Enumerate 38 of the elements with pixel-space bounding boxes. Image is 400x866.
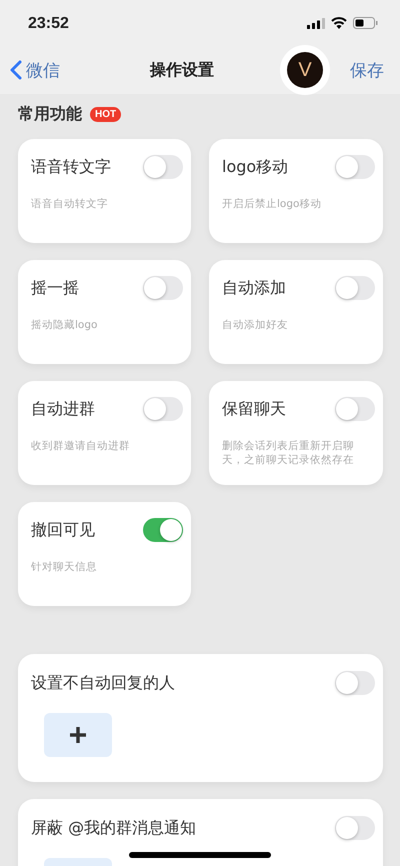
feature-title: 自动添加 — [222, 277, 286, 299]
avatar[interactable]: V — [280, 45, 330, 95]
toggle-switch[interactable] — [335, 397, 375, 421]
feature-title: 摇一摇 — [31, 277, 79, 299]
add-button[interactable] — [44, 713, 112, 757]
feature-description: 语音自动转文字 — [31, 197, 109, 211]
page-title: 操作设置 — [150, 60, 215, 80]
feature-title: 语音转文字 — [31, 156, 111, 178]
feature-description: 自动添加好友 — [222, 318, 289, 332]
toggle-switch[interactable] — [335, 155, 375, 179]
toggle-switch[interactable] — [143, 518, 183, 542]
save-button[interactable]: 保存 — [350, 58, 384, 82]
back-chevron-icon — [10, 60, 22, 80]
toggle-switch[interactable] — [335, 816, 375, 840]
plus-icon — [69, 726, 87, 744]
setting-title: 设置不自动回复的人 — [31, 672, 175, 694]
toggle-switch[interactable] — [143, 397, 183, 421]
feature-description: 针对聊天信息 — [31, 560, 98, 574]
feature-title: logo移动 — [222, 156, 288, 178]
toggle-switch[interactable] — [143, 155, 183, 179]
status-time: 23:52 — [28, 14, 69, 33]
feature-title: 撤回可见 — [31, 519, 95, 541]
wifi-icon — [331, 17, 347, 29]
feature-title: 自动进群 — [31, 398, 95, 420]
toggle-switch[interactable] — [335, 276, 375, 300]
feature-description: 开启后禁止logo移动 — [222, 197, 322, 211]
setting-title: 屏蔽 @我的群消息通知 — [31, 817, 196, 839]
feature-title: 保留聊天 — [222, 398, 286, 420]
signal-icon — [307, 18, 325, 28]
toggle-switch[interactable] — [335, 671, 375, 695]
feature-description: 删除会话列表后重新开启聊天，之前聊天记录依然存在 — [222, 439, 355, 467]
feature-description: 收到群邀请自动进群 — [31, 439, 131, 453]
battery-icon — [353, 17, 378, 29]
hot-badge: HOT — [90, 106, 122, 122]
section-title: 常用功能 — [18, 104, 82, 124]
toggle-switch[interactable] — [143, 276, 183, 300]
feature-description: 摇动隐藏logo — [31, 318, 98, 332]
back-button[interactable]: 微信 — [10, 58, 150, 82]
